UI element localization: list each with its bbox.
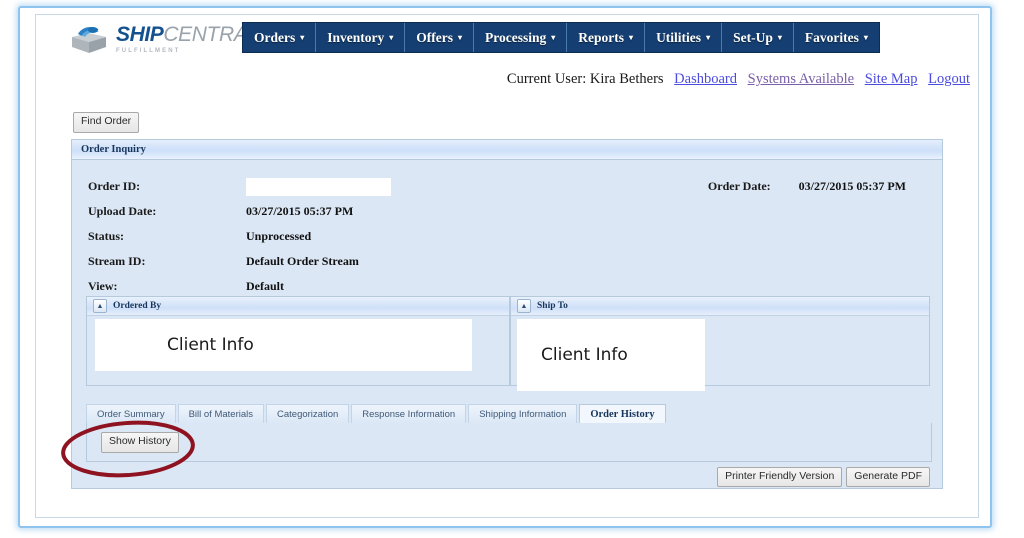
ship-to-client-info: Client Info xyxy=(517,319,705,391)
field-status: Status: Unprocessed xyxy=(88,224,648,249)
tab-response-information[interactable]: Response Information xyxy=(351,404,467,424)
generate-pdf-button[interactable]: Generate PDF xyxy=(846,466,930,488)
find-order-toolbar: Find Order xyxy=(73,111,140,133)
collapse-toggle-icon[interactable]: ▲ xyxy=(93,299,107,313)
chevron-down-icon: ▾ xyxy=(389,32,394,42)
current-user-label: Current User: Kira Bethers xyxy=(506,71,664,87)
chevron-down-icon: ▾ xyxy=(458,32,463,42)
order-history-tab-panel: Show History xyxy=(86,423,932,462)
tab-categorization[interactable]: Categorization xyxy=(266,404,350,424)
nav-label: Set-Up xyxy=(733,29,773,45)
nav-label: Offers xyxy=(416,29,454,45)
nav-label: Processing xyxy=(485,29,547,45)
link-systems-available[interactable]: Systems Available xyxy=(748,71,854,87)
tab-shipping-information[interactable]: Shipping Information xyxy=(468,404,578,424)
chevron-down-icon: ▾ xyxy=(300,32,305,42)
field-value: Default xyxy=(246,279,284,293)
app-page: SHIPCENTRAL FULFILLMENT Orders ▾ Invento… xyxy=(35,14,979,518)
chevron-down-icon: ▾ xyxy=(863,32,868,42)
field-label: Status: xyxy=(88,229,125,243)
nav-label: Inventory xyxy=(327,29,385,45)
order-inquiry-panel: Order Inquiry Order ID: Upload Date: 03/… xyxy=(71,139,943,489)
nav-label: Orders xyxy=(254,29,296,45)
field-order-date: Order Date: 03/27/2015 05:37 PM xyxy=(708,174,906,199)
link-dashboard[interactable]: Dashboard xyxy=(674,71,737,87)
ship-to-header: ▲ Ship To xyxy=(511,297,929,316)
link-logout[interactable]: Logout xyxy=(928,71,970,87)
nav-item-offers[interactable]: Offers ▾ xyxy=(405,23,475,52)
tab-order-summary[interactable]: Order Summary xyxy=(86,404,176,424)
nav-item-favorites[interactable]: Favorites ▾ xyxy=(794,23,879,52)
nav-item-utilities[interactable]: Utilities ▾ xyxy=(645,23,723,52)
field-label: Upload Date: xyxy=(88,204,157,218)
collapse-toggle-icon[interactable]: ▲ xyxy=(517,299,531,313)
nav-label: Reports xyxy=(578,29,625,45)
ordered-by-client-info: Client Info xyxy=(95,319,472,371)
nav-label: Favorites xyxy=(804,29,859,45)
nav-item-setup[interactable]: Set-Up ▾ xyxy=(722,23,794,52)
address-subpanels: ▲ Ordered By Client Info ▲ Ship To Clien… xyxy=(86,296,930,396)
tab-bill-of-materials[interactable]: Bill of Materials xyxy=(177,404,264,424)
field-order-id: Order ID: xyxy=(88,174,648,199)
ordered-by-header: ▲ Ordered By xyxy=(87,297,509,316)
user-bar: Current User: Kira Bethers Dashboard Sys… xyxy=(507,71,970,88)
chevron-down-icon: ▾ xyxy=(551,32,556,42)
printer-friendly-version-button[interactable]: Printer Friendly Version xyxy=(717,466,843,488)
field-value: Default Order Stream xyxy=(246,254,359,268)
brand-wordmark: SHIPCENTRAL FULFILLMENT xyxy=(116,24,259,54)
detail-tabs: Order Summary Bill of Materials Categori… xyxy=(86,404,930,425)
ship-to-title: Ship To xyxy=(537,301,568,311)
link-site-map[interactable]: Site Map xyxy=(865,71,918,87)
nav-label: Utilities xyxy=(656,29,702,45)
field-label: Order Date: xyxy=(707,179,771,193)
order-inquiry-title: Order Inquiry xyxy=(72,140,942,160)
panel-footer-actions: Printer Friendly Version Generate PDF xyxy=(86,466,930,488)
order-field-list: Order ID: Upload Date: 03/27/2015 05:37 … xyxy=(88,174,648,299)
nav-item-inventory[interactable]: Inventory ▾ xyxy=(316,23,406,52)
order-id-input[interactable] xyxy=(246,177,391,196)
tab-order-history[interactable]: Order History xyxy=(579,404,666,424)
field-label: Stream ID: xyxy=(88,254,146,268)
chevron-down-icon: ▾ xyxy=(777,32,782,42)
field-label: Order ID: xyxy=(88,179,141,193)
nav-item-orders[interactable]: Orders ▾ xyxy=(243,23,317,52)
brand-name-primary: SHIP xyxy=(116,23,164,46)
field-value: 03/27/2015 05:37 PM xyxy=(246,204,354,218)
field-value: Unprocessed xyxy=(246,229,312,243)
app-body: Find Order Order Inquiry Order ID: Uploa… xyxy=(36,97,978,517)
main-navigation: Orders ▾ Inventory ▾ Offers ▾ Processing… xyxy=(242,22,880,53)
find-order-button[interactable]: Find Order xyxy=(73,112,140,133)
brand-logo[interactable]: SHIPCENTRAL FULFILLMENT xyxy=(68,21,259,57)
field-label: View: xyxy=(88,279,118,293)
field-value: 03/27/2015 05:37 PM xyxy=(798,179,906,193)
nav-item-processing[interactable]: Processing ▾ xyxy=(474,23,568,52)
field-stream-id: Stream ID: Default Order Stream xyxy=(88,249,648,274)
order-inquiry-body: Order ID: Upload Date: 03/27/2015 05:37 … xyxy=(72,160,942,488)
app-header: SHIPCENTRAL FULFILLMENT Orders ▾ Invento… xyxy=(36,15,978,87)
ship-to-panel: ▲ Ship To Client Info xyxy=(510,296,930,391)
screenshot-root: SHIPCENTRAL FULFILLMENT Orders ▾ Invento… xyxy=(0,0,1024,538)
ordered-by-panel: ▲ Ordered By Client Info xyxy=(86,296,510,386)
field-upload-date: Upload Date: 03/27/2015 05:37 PM xyxy=(88,199,648,224)
ordered-by-title: Ordered By xyxy=(113,301,162,311)
brand-tagline: FULFILLMENT xyxy=(116,48,181,54)
nav-item-reports[interactable]: Reports ▾ xyxy=(567,23,646,52)
chevron-down-icon: ▾ xyxy=(706,32,711,42)
show-history-button[interactable]: Show History xyxy=(101,432,179,453)
package-box-icon xyxy=(72,26,106,53)
chevron-down-icon: ▾ xyxy=(629,32,634,42)
